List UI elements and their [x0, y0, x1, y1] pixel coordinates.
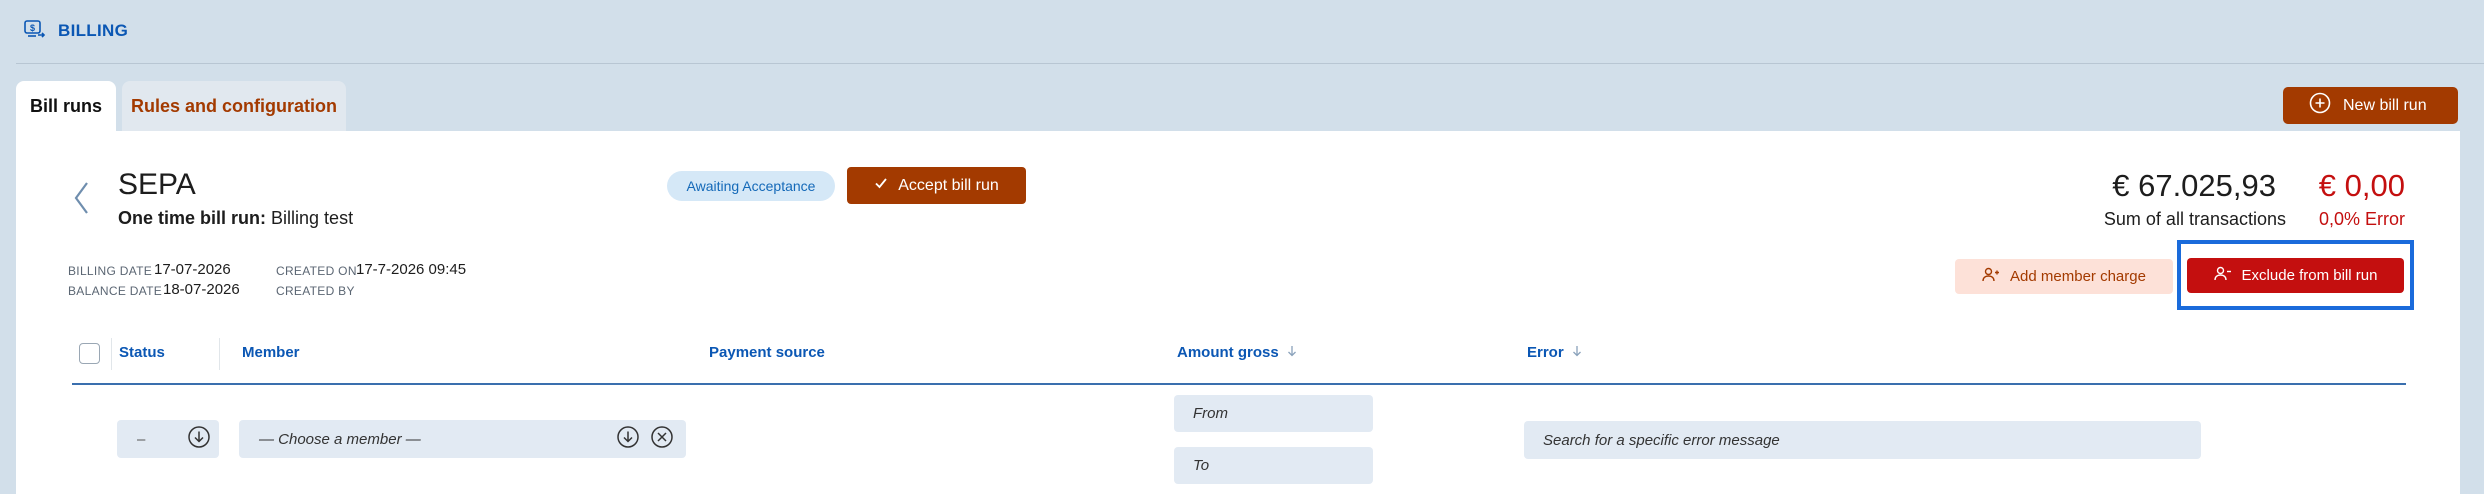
- user-minus-icon: [2213, 266, 2232, 286]
- user-plus-icon: [1982, 267, 2000, 287]
- error-search-input[interactable]: Search for a specific error message: [1524, 421, 2201, 459]
- amount-gross-label: Amount gross: [1177, 344, 1279, 361]
- tab-bill-runs[interactable]: Bill runs: [16, 81, 116, 131]
- subtitle-value: Billing test: [271, 208, 354, 228]
- select-all-checkbox[interactable]: [79, 343, 100, 364]
- dropdown-arrow-icon[interactable]: [187, 425, 211, 453]
- sum-label: Sum of all transactions: [2103, 209, 2286, 229]
- member-filter-placeholder: — Choose a member —: [259, 430, 421, 448]
- add-member-charge-label: Add member charge: [2010, 268, 2146, 285]
- check-icon: [874, 176, 888, 195]
- back-chevron-icon[interactable]: [72, 180, 90, 221]
- clear-icon[interactable]: [650, 425, 674, 453]
- exclude-from-bill-run-button[interactable]: Exclude from bill run: [2187, 258, 2404, 293]
- created-by-label: CREATED BY: [276, 284, 355, 298]
- new-bill-run-label: New bill run: [2343, 96, 2427, 114]
- error-label: 0,0% Error: [2318, 209, 2405, 229]
- section-label: BILLING: [58, 21, 129, 40]
- table-header-underline: [72, 383, 2406, 385]
- balance-date-value: 18-07-2026: [163, 281, 240, 298]
- column-header-status[interactable]: Status: [119, 344, 165, 361]
- accept-bill-run-button[interactable]: Accept bill run: [847, 167, 1026, 204]
- bill-run-title: SEPA: [118, 168, 196, 201]
- tab-rules-and-configuration[interactable]: Rules and configuration: [122, 81, 346, 131]
- error-column-label: Error: [1527, 344, 1564, 361]
- sum-amount: € 67.025,93: [2112, 168, 2276, 203]
- dropdown-arrow-icon[interactable]: [616, 425, 640, 453]
- header-divider: [16, 63, 2484, 64]
- add-member-charge-button[interactable]: Add member charge: [1955, 259, 2173, 294]
- sort-down-icon[interactable]: [1572, 344, 1582, 361]
- status-filter-value: –: [137, 430, 146, 448]
- app-header: $ BILLING: [24, 18, 128, 44]
- amount-to-input[interactable]: To: [1174, 447, 1373, 484]
- svg-text:$: $: [30, 23, 35, 33]
- bill-run-subtitle: One time bill run: Billing test: [118, 208, 353, 229]
- amount-to-placeholder: To: [1193, 457, 1210, 474]
- billing-icon: $: [24, 19, 46, 44]
- subtitle-prefix: One time bill run:: [118, 208, 267, 228]
- column-header-amount-gross[interactable]: Amount gross: [1177, 344, 1297, 361]
- error-search-placeholder: Search for a specific error message: [1543, 431, 1780, 449]
- created-on-value: 17-7-2026 09:45: [356, 261, 467, 278]
- balance-date-label: BALANCE DATE: [68, 284, 163, 298]
- billing-date-value: 17-07-2026: [154, 261, 231, 278]
- amount-from-placeholder: From: [1193, 405, 1228, 422]
- column-header-error[interactable]: Error: [1527, 344, 1582, 361]
- plus-circle-icon: [2309, 92, 2331, 119]
- exclude-from-bill-run-label: Exclude from bill run: [2241, 267, 2378, 284]
- column-header-payment-source[interactable]: Payment source: [709, 344, 825, 361]
- billing-date-label: BILLING DATE: [68, 264, 153, 278]
- created-on-label: CREATED ON: [276, 264, 357, 278]
- new-bill-run-button[interactable]: New bill run: [2283, 87, 2458, 124]
- amount-from-input[interactable]: From: [1174, 395, 1373, 432]
- column-separator: [111, 338, 112, 370]
- column-separator: [219, 338, 220, 370]
- status-filter[interactable]: –: [117, 420, 219, 458]
- status-badge: Awaiting Acceptance: [667, 171, 835, 201]
- error-amount: € 0,00: [2318, 168, 2405, 203]
- sort-down-icon[interactable]: [1287, 344, 1297, 361]
- column-header-member[interactable]: Member: [242, 344, 300, 361]
- member-filter[interactable]: — Choose a member —: [239, 420, 686, 458]
- accept-bill-run-label: Accept bill run: [898, 176, 999, 194]
